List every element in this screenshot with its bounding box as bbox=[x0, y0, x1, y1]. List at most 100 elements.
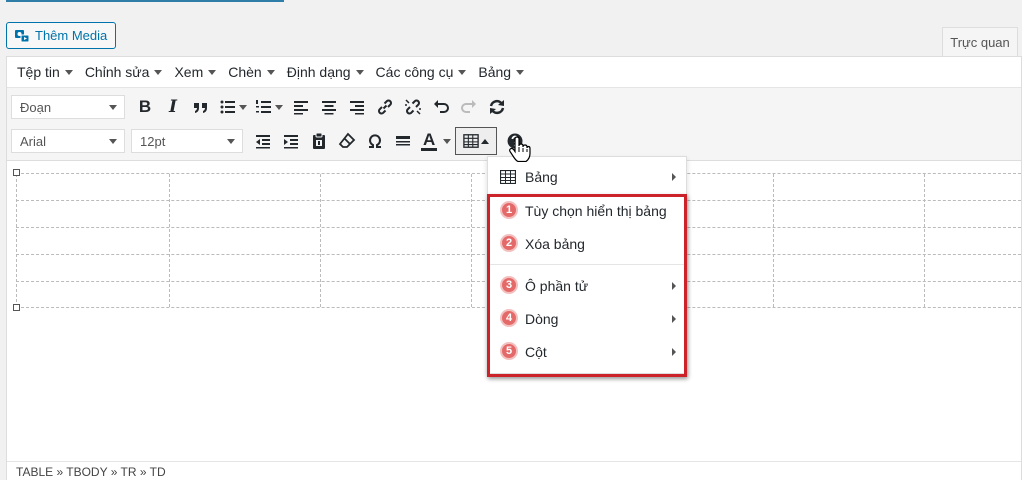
menu-edit[interactable]: Chỉnh sửa bbox=[79, 57, 169, 88]
clipboard-icon bbox=[313, 132, 325, 149]
resize-handle[interactable] bbox=[13, 304, 20, 311]
undo-icon bbox=[434, 100, 449, 113]
align-right-button[interactable] bbox=[343, 93, 371, 121]
refresh-button[interactable] bbox=[483, 93, 511, 121]
resize-handle[interactable] bbox=[13, 169, 20, 176]
align-center-button[interactable] bbox=[315, 93, 343, 121]
redo-icon bbox=[461, 100, 476, 113]
font-size-value: 12pt bbox=[140, 133, 166, 149]
add-media-label: Thêm Media bbox=[35, 28, 108, 43]
unlink-icon bbox=[405, 99, 421, 115]
chevron-down-icon bbox=[266, 69, 275, 75]
format-select[interactable]: Đoạn bbox=[11, 95, 125, 119]
refresh-icon bbox=[489, 99, 505, 115]
menu-format-label: Định dạng bbox=[286, 64, 351, 80]
chevron-right-icon bbox=[672, 315, 676, 323]
horizontal-line-icon bbox=[396, 136, 410, 146]
chevron-down-icon bbox=[516, 69, 525, 75]
step-badge-5: 5 bbox=[500, 342, 518, 360]
menu-view[interactable]: Xem bbox=[168, 57, 222, 88]
table-col-line bbox=[924, 174, 925, 307]
paste-text-button[interactable] bbox=[305, 127, 333, 155]
table-icon bbox=[500, 170, 516, 184]
menu-item-table[interactable]: Bảng bbox=[488, 162, 686, 192]
menu-item-label: Dòng bbox=[525, 311, 559, 327]
add-media-button[interactable]: Thêm Media bbox=[6, 22, 117, 49]
align-center-icon bbox=[322, 101, 336, 115]
table-button[interactable] bbox=[455, 127, 498, 155]
chevron-right-icon bbox=[672, 348, 676, 356]
remove-link-button[interactable] bbox=[399, 93, 427, 121]
special-character-button[interactable] bbox=[361, 127, 389, 155]
align-left-icon bbox=[294, 101, 308, 115]
chevron-down-icon bbox=[355, 69, 364, 75]
table-col-line bbox=[320, 174, 321, 307]
chevron-right-icon bbox=[672, 282, 676, 290]
blockquote-button[interactable] bbox=[187, 93, 215, 121]
font-size-select[interactable]: 12pt bbox=[131, 129, 243, 153]
menu-tools[interactable]: Các công cụ bbox=[370, 57, 473, 88]
menu-file[interactable]: Tệp tin bbox=[11, 57, 79, 88]
align-right-icon bbox=[350, 101, 364, 115]
table-col-line bbox=[471, 174, 472, 307]
menu-file-label: Tệp tin bbox=[17, 64, 60, 80]
text-color-button[interactable]: A bbox=[417, 127, 455, 155]
menu-insert-label: Chèn bbox=[228, 64, 262, 80]
menu-view-label: Xem bbox=[174, 64, 204, 80]
eraser-icon bbox=[338, 132, 356, 148]
menu-separator bbox=[488, 264, 686, 265]
tab-visual[interactable]: Trực quan bbox=[942, 27, 1018, 56]
chevron-down-icon bbox=[239, 104, 247, 110]
format-select-value: Đoạn bbox=[20, 99, 52, 115]
step-badge-4: 4 bbox=[500, 309, 518, 327]
chevron-down-icon bbox=[208, 69, 217, 75]
chevron-down-icon bbox=[154, 69, 163, 75]
italic-button[interactable]: I bbox=[159, 93, 187, 121]
menu-item-label: Xóa bảng bbox=[525, 236, 585, 252]
menu-item-label: Ô phần tử bbox=[525, 278, 589, 294]
undo-button[interactable] bbox=[427, 93, 455, 121]
chevron-down-icon bbox=[109, 104, 117, 110]
text-color-icon: A bbox=[421, 129, 438, 151]
chevron-down-icon bbox=[458, 69, 467, 75]
menu-item-label: Bảng bbox=[525, 169, 558, 185]
step-badge-1: 1 bbox=[500, 201, 518, 219]
chevron-down-icon bbox=[64, 69, 73, 75]
font-family-value: Arial bbox=[20, 133, 47, 149]
redo-button[interactable] bbox=[455, 93, 483, 121]
numbered-list-button[interactable] bbox=[251, 93, 287, 121]
clear-formatting-button[interactable] bbox=[333, 127, 361, 155]
insert-link-button[interactable] bbox=[371, 93, 399, 121]
chevron-down-icon bbox=[109, 138, 117, 144]
menu-insert[interactable]: Chèn bbox=[222, 57, 280, 88]
media-icon bbox=[15, 29, 30, 42]
indent-icon bbox=[284, 135, 298, 149]
step-badge-2: 2 bbox=[500, 234, 518, 252]
table-col-line bbox=[16, 174, 17, 307]
menu-format[interactable]: Định dạng bbox=[281, 57, 370, 88]
table-dropdown-menu: Bảng Tùy chọn hiển thị bảng Xóa bảng Ô p… bbox=[487, 156, 687, 374]
chevron-right-icon bbox=[672, 173, 676, 181]
bold-button[interactable]: B bbox=[131, 93, 159, 121]
toolbar-row-2: Arial 12pt A bbox=[11, 127, 529, 155]
outdent-icon bbox=[256, 135, 270, 149]
element-path[interactable]: TABLE » TBODY » TR » TD bbox=[7, 461, 1021, 480]
menu-edit-label: Chỉnh sửa bbox=[84, 64, 150, 80]
indent-button[interactable] bbox=[277, 127, 305, 155]
outdent-button[interactable] bbox=[249, 127, 277, 155]
bullet-list-button[interactable] bbox=[215, 93, 251, 121]
bullet-list-icon bbox=[220, 100, 235, 114]
font-family-select[interactable]: Arial bbox=[11, 129, 125, 153]
menubar: Tệp tin Chỉnh sửa Xem Chèn Định dạng Các… bbox=[7, 57, 1021, 88]
link-icon bbox=[378, 99, 392, 115]
toolbar-row-1: Đoạn B I bbox=[11, 93, 511, 121]
horizontal-line-button[interactable] bbox=[389, 127, 417, 155]
chevron-down-icon bbox=[275, 104, 283, 110]
table-col-line bbox=[169, 174, 170, 307]
menu-table-label: Bảng bbox=[478, 64, 512, 80]
top-accent-bar bbox=[6, 0, 284, 2]
menu-tools-label: Các công cụ bbox=[375, 64, 454, 80]
align-left-button[interactable] bbox=[287, 93, 315, 121]
table-col-line bbox=[773, 174, 774, 307]
menu-table[interactable]: Bảng bbox=[472, 57, 530, 88]
